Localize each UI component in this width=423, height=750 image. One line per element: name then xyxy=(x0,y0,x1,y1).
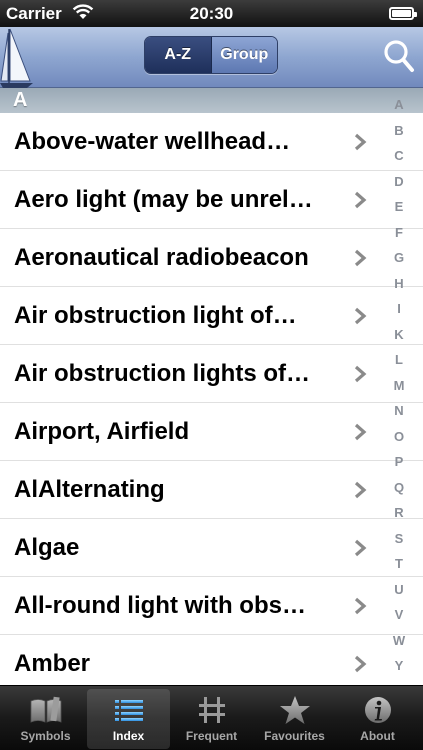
crosshair-icon xyxy=(198,697,225,723)
list-item-label: Algae xyxy=(14,533,80,561)
index-letter-p[interactable]: P xyxy=(395,455,404,468)
index-letter-g[interactable]: G xyxy=(394,251,404,264)
tab-about[interactable]: About xyxy=(336,689,419,750)
chevron-right-icon xyxy=(354,365,367,383)
tab-symbols[interactable]: Symbols xyxy=(4,689,87,750)
tab-bar: Symbols Index Frequent Favourites About xyxy=(0,685,423,750)
list-item-label: Airport, Airfield xyxy=(14,417,190,445)
list-item[interactable]: Air obstruction light of… xyxy=(0,287,423,345)
index-letter-u[interactable]: U xyxy=(394,583,403,596)
index-letter-k[interactable]: K xyxy=(394,328,403,341)
chevron-right-icon xyxy=(354,307,367,325)
list-item[interactable]: Aero light (may be unrel… xyxy=(0,171,423,229)
index-letter-r[interactable]: R xyxy=(394,506,403,519)
tab-frequent[interactable]: Frequent xyxy=(170,689,253,750)
list-item-label: Above-water wellhead… xyxy=(14,127,291,155)
battery-icon xyxy=(389,7,417,20)
tab-label: Index xyxy=(112,729,145,743)
index-letter-m[interactable]: M xyxy=(394,379,405,392)
tab-index[interactable]: Index xyxy=(87,689,170,749)
index-letter-e[interactable]: E xyxy=(395,200,404,213)
section-header: A xyxy=(0,88,423,113)
list-item-label: AlAlternating xyxy=(14,475,165,503)
index-letter-t[interactable]: T xyxy=(395,557,403,570)
chevron-right-icon xyxy=(354,597,367,615)
sort-segmented-control: A-Z Group xyxy=(144,36,278,74)
tab-label: About xyxy=(360,729,395,743)
sailboat-logo-icon xyxy=(0,28,33,88)
segment-group[interactable]: Group xyxy=(211,37,277,73)
chevron-right-icon xyxy=(354,191,367,209)
chevron-right-icon xyxy=(354,481,367,499)
index-letter-l[interactable]: L xyxy=(395,353,403,366)
list-item-label: Aeronautical radiobeacon xyxy=(14,243,309,271)
list-item[interactable]: Above-water wellhead… xyxy=(0,113,423,171)
index-letter-c[interactable]: C xyxy=(394,149,403,162)
tab-label: Favourites xyxy=(264,729,325,743)
chevron-right-icon xyxy=(354,249,367,267)
list-item-label: All-round light with obs… xyxy=(14,591,306,619)
index-letter-n[interactable]: N xyxy=(394,404,403,417)
tab-label: Frequent xyxy=(185,729,238,743)
list-item[interactable]: Air obstruction lights of… xyxy=(0,345,423,403)
chevron-right-icon xyxy=(354,133,367,151)
index-letter-f[interactable]: F xyxy=(395,226,403,239)
chevron-right-icon xyxy=(354,539,367,557)
index-letter-y[interactable]: Y xyxy=(395,659,404,672)
index-letter-w[interactable]: W xyxy=(393,634,405,647)
status-bar: Carrier 20:30 xyxy=(0,0,423,27)
list-item-label: Aero light (may be unrel… xyxy=(14,185,313,213)
alphabet-index[interactable]: A B C D E F G H I K L M N O P Q R S T U … xyxy=(385,98,413,672)
index-letter-o[interactable]: O xyxy=(394,430,404,443)
index-letter-b[interactable]: B xyxy=(394,124,403,137)
index-letter-a[interactable]: A xyxy=(394,98,403,111)
index-letter-h[interactable]: H xyxy=(394,277,403,290)
list-item-label: Amber xyxy=(14,649,91,677)
index-letter-s[interactable]: S xyxy=(395,532,404,545)
chevron-right-icon xyxy=(354,655,367,673)
list-item-label: Air obstruction light of… xyxy=(14,301,297,329)
search-icon[interactable] xyxy=(383,39,415,73)
star-icon xyxy=(279,696,310,724)
index-letter-q[interactable]: Q xyxy=(394,481,404,494)
list-item[interactable]: AlAlternating xyxy=(0,461,423,519)
info-icon xyxy=(364,697,391,723)
tab-label: Symbols xyxy=(20,729,71,743)
nav-bar: A-Z Group xyxy=(0,27,423,88)
list-item[interactable]: Amber xyxy=(0,635,423,685)
index-letter-i[interactable]: I xyxy=(397,302,401,315)
list-item[interactable]: All-round light with obs… xyxy=(0,577,423,635)
index-letter-d[interactable]: D xyxy=(394,175,403,188)
list-icon xyxy=(114,700,143,721)
tab-favourites[interactable]: Favourites xyxy=(253,689,336,750)
book-icon xyxy=(30,696,61,723)
symbol-list: Above-water wellhead… Aero light (may be… xyxy=(0,113,423,685)
list-item[interactable]: Aeronautical radiobeacon xyxy=(0,229,423,287)
list-item[interactable]: Algae xyxy=(0,519,423,577)
list-item-label: Air obstruction lights of… xyxy=(14,359,310,387)
segment-az[interactable]: A-Z xyxy=(145,37,212,73)
chevron-right-icon xyxy=(354,423,367,441)
index-letter-v[interactable]: V xyxy=(395,608,404,621)
clock: 20:30 xyxy=(189,4,234,23)
list-item[interactable]: Airport, Airfield xyxy=(0,403,423,461)
